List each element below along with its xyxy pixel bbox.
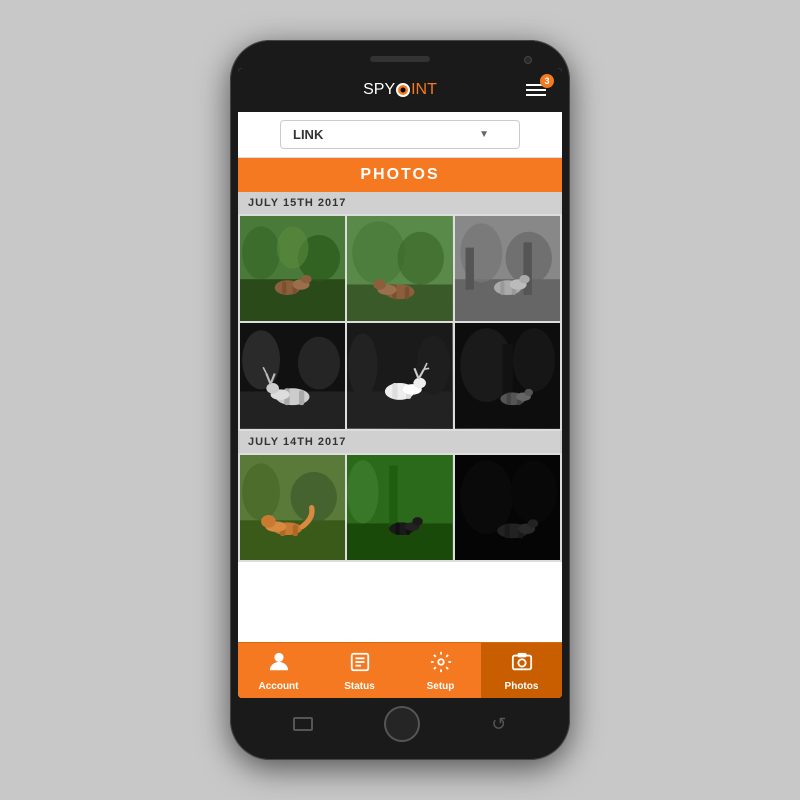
phone-status-bar [238, 52, 562, 68]
photos-icon [511, 651, 533, 679]
menu-badge: 3 [540, 74, 554, 88]
camera-select[interactable]: LINK ▼ [280, 120, 520, 149]
nav-photos[interactable]: Photos [481, 643, 562, 698]
home-button[interactable] [384, 706, 420, 742]
phone-bottom-bar: ↺ [238, 698, 562, 748]
phone-screen: SPY INT 3 LINK ▼ PHOTOS JULY 15TH 2017 [238, 68, 562, 698]
nav-status-label: Status [344, 681, 375, 692]
content-scroll[interactable]: JULY 15TH 2017 [238, 192, 562, 642]
logo-spy: SPY [363, 81, 395, 98]
dropdown-arrow-icon: ▼ [479, 129, 489, 140]
nav-photos-label: Photos [505, 681, 539, 692]
photo-item[interactable] [455, 216, 560, 321]
camera-dropdown[interactable]: LINK ▼ [238, 112, 562, 158]
nav-status[interactable]: Status [319, 643, 400, 698]
photo-item[interactable] [347, 323, 452, 428]
nav-setup[interactable]: Setup [400, 643, 481, 698]
setup-icon [430, 651, 452, 679]
photo-item[interactable] [240, 323, 345, 428]
app-header: SPY INT 3 [238, 68, 562, 112]
nav-account[interactable]: Account [238, 643, 319, 698]
photo-grid-july15 [238, 214, 562, 431]
date-group-july15: JULY 15TH 2017 [238, 192, 562, 214]
dropdown-selected-value: LINK [293, 127, 323, 142]
photo-item[interactable] [240, 455, 345, 560]
recent-apps-icon[interactable] [293, 717, 313, 731]
photo-item[interactable] [347, 216, 452, 321]
nav-setup-label: Setup [427, 681, 455, 692]
logo-dot [396, 83, 410, 97]
photo-grid-july14 [238, 453, 562, 562]
status-icon [349, 651, 371, 679]
date-group-july14: JULY 14TH 2017 [238, 431, 562, 453]
app-logo: SPY INT [363, 81, 437, 99]
photo-item[interactable] [455, 455, 560, 560]
photo-item[interactable] [347, 455, 452, 560]
account-icon [268, 651, 290, 679]
phone-camera [524, 56, 532, 64]
section-title: PHOTOS [238, 158, 562, 192]
nav-account-label: Account [259, 681, 299, 692]
back-icon[interactable]: ↺ [491, 714, 506, 735]
date-label-july15: JULY 15TH 2017 [248, 197, 346, 209]
bottom-nav: Account Status [238, 642, 562, 698]
phone-frame: SPY INT 3 LINK ▼ PHOTOS JULY 15TH 2017 [230, 40, 570, 760]
photo-item[interactable] [240, 216, 345, 321]
logo-point: INT [411, 81, 437, 98]
date-label-july14: JULY 14TH 2017 [248, 436, 346, 448]
phone-speaker [370, 56, 430, 62]
photo-item[interactable] [455, 323, 560, 428]
